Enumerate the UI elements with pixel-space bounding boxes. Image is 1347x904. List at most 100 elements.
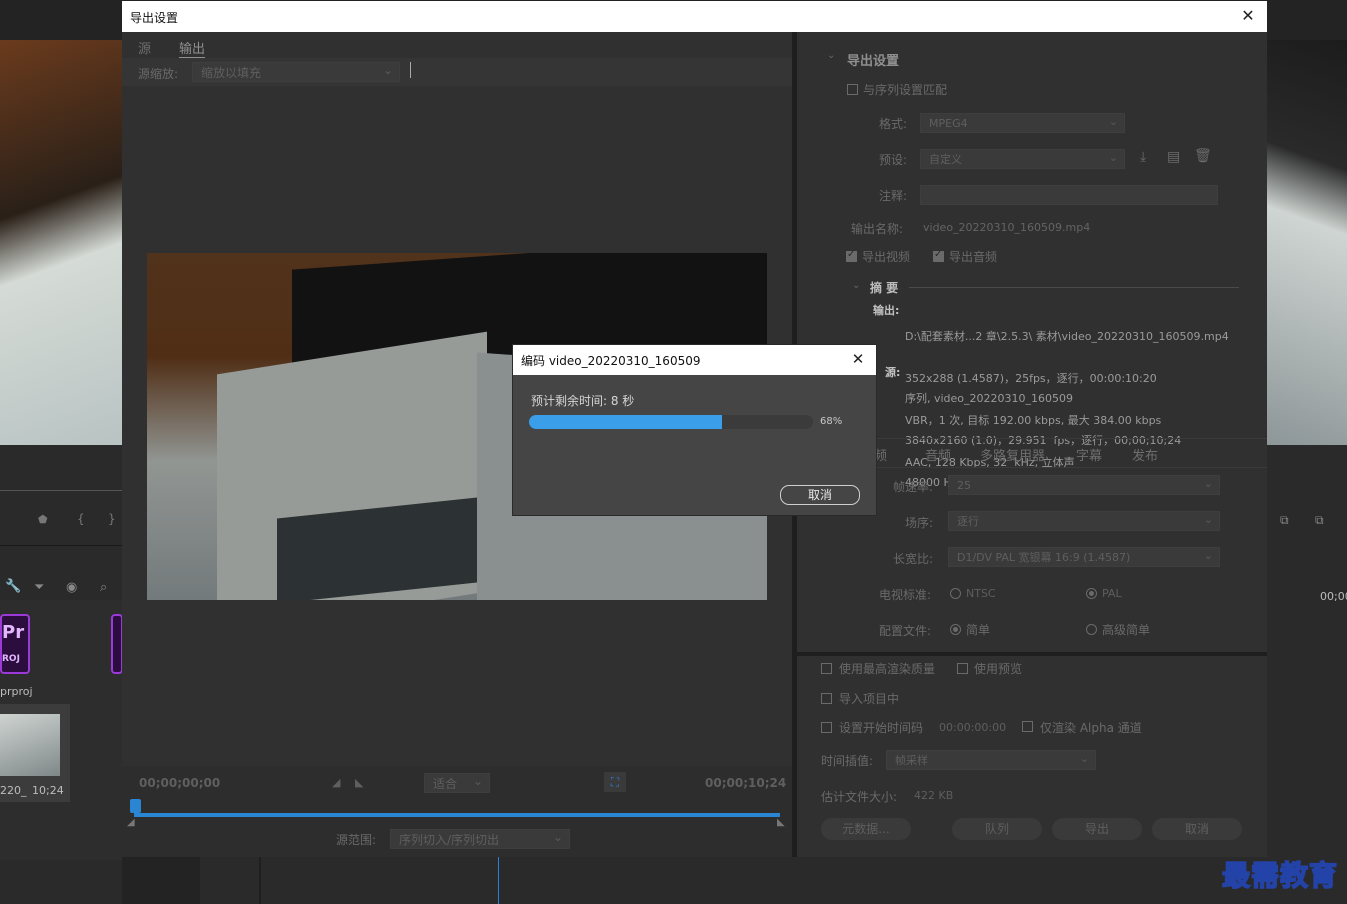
encode-progress-fill <box>529 415 723 429</box>
wrench-icon[interactable]: 🔧 <box>5 579 21 594</box>
tab-source[interactable]: 源 <box>138 38 151 57</box>
save-preset-icon[interactable]: ⤓ <box>1140 149 1146 165</box>
interp-dropdown[interactable]: 帧采样 <box>886 750 1096 770</box>
extract-icon[interactable]: ⧉ <box>1315 513 1324 528</box>
preset-dropdown[interactable]: 自定义 <box>920 149 1125 169</box>
interp-value: 帧采样 <box>895 754 928 767</box>
aspect-dropdown[interactable]: D1/DV PAL 宽银幕 16:9 (1.4587) <box>948 547 1220 567</box>
ntsc-radio[interactable] <box>950 588 961 599</box>
right-timecode: 00;00 <box>1320 590 1347 603</box>
source-scaling-dropdown[interactable]: 缩放以填充 <box>192 62 400 82</box>
dialog-title: 导出设置 <box>130 11 179 25</box>
alpha-only-checkbox[interactable] <box>1022 721 1033 732</box>
export-button[interactable]: 导出 <box>1052 818 1142 840</box>
use-preview-checkbox[interactable] <box>957 663 968 674</box>
in-point-icon[interactable]: { <box>77 512 85 526</box>
export-audio-checkbox[interactable] <box>933 249 944 262</box>
project-item-name: prproj <box>0 685 33 698</box>
marker-icon[interactable]: ⬟ <box>38 513 48 526</box>
field-order-value: 逐行 <box>957 515 979 528</box>
comments-input[interactable] <box>920 185 1218 205</box>
playhead-handle[interactable] <box>130 799 141 813</box>
format-dropdown[interactable]: MPEG4 <box>920 113 1125 133</box>
import-project-checkbox[interactable] <box>821 693 832 704</box>
set-in-icon[interactable]: ◢ <box>332 776 340 789</box>
summary-rule <box>909 287 1239 288</box>
cancel-button[interactable]: 取消 <box>1152 818 1242 840</box>
encode-cancel-button[interactable]: 取消 <box>780 485 860 505</box>
render-options-pane: 使用最高渲染质量 使用预览 导入项目中 设置开始时间码 00:00:00:00 … <box>797 656 1267 857</box>
profile-simple-radio[interactable] <box>950 624 961 635</box>
fit-dropdown[interactable]: 适合 <box>424 773 490 793</box>
source-range-value: 序列切入/序列切出 <box>399 833 500 847</box>
tab-multiplexer[interactable]: 多路复用器 <box>980 445 1045 464</box>
lift-icon[interactable]: ⧉ <box>1280 513 1289 528</box>
profile-simple-label: 简单 <box>966 623 991 637</box>
summary-chevron-icon[interactable]: ⌄ <box>852 280 860 291</box>
timeline-divider <box>259 857 261 904</box>
filter-icon[interactable]: ⏷ <box>34 580 44 595</box>
est-size-label: 估计文件大小: <box>821 790 898 804</box>
encode-dialog-titlebar: 编码 video_20220310_160509 ✕ <box>513 345 876 375</box>
tab-audio[interactable]: 音频 <box>925 445 951 464</box>
playhead-line <box>498 857 499 904</box>
field-order-dropdown[interactable]: 逐行 <box>948 511 1220 531</box>
start-timecode-checkbox[interactable] <box>821 722 832 733</box>
roj-text: ROJ <box>2 654 20 664</box>
out-point-icon[interactable]: } <box>108 512 116 526</box>
in-handle-icon[interactable]: ◢ <box>127 817 135 828</box>
comments-label: 注释: <box>879 189 908 203</box>
use-preview-label: 使用预览 <box>974 662 1023 676</box>
crop-icon[interactable]: ⛶ <box>604 772 626 792</box>
tab-captions[interactable]: 字幕 <box>1076 445 1102 464</box>
clip-name: 220_ <box>0 784 27 797</box>
output-line-1: D:\配套素材...2 章\2.5.3\ 素材\video_20220310_1… <box>905 330 1229 343</box>
field-order-label: 场序: <box>905 516 934 530</box>
timecode-start[interactable]: 00;00;00;00 <box>139 776 220 790</box>
pal-label: PAL <box>1102 587 1122 600</box>
source-line-1: 序列, video_20220310_160509 <box>905 392 1074 405</box>
ntsc-label: NTSC <box>966 587 996 600</box>
import-project-label: 导入项目中 <box>839 692 900 706</box>
set-out-icon[interactable]: ◣ <box>355 776 363 789</box>
queue-button[interactable]: 队列 <box>952 818 1042 840</box>
profile-label: 配置文件: <box>879 624 932 638</box>
tab-publish[interactable]: 发布 <box>1132 445 1158 464</box>
export-video-checkbox[interactable] <box>846 249 857 262</box>
delete-preset-icon[interactable]: 🗑 <box>1194 148 1212 164</box>
collapse-chevron-icon[interactable]: ⌄ <box>827 50 835 61</box>
eye-icon[interactable]: ◉ <box>66 580 77 595</box>
encode-progress-bar <box>529 415 813 429</box>
match-sequence-checkbox[interactable] <box>847 84 858 95</box>
range-bar[interactable] <box>134 813 780 817</box>
source-scaling-value: 缩放以填充 <box>201 66 262 80</box>
out-handle-icon[interactable]: ◣ <box>777 817 785 828</box>
interp-label: 时间插值: <box>821 754 874 768</box>
format-value: MPEG4 <box>929 117 968 130</box>
remaining-time-label: 预计剩余时间: 8 秒 <box>531 394 635 408</box>
tab-output[interactable]: 输出 <box>179 38 206 58</box>
timecode-end[interactable]: 00;00;10;24 <box>705 776 786 790</box>
output-name-link[interactable]: video_20220310_160509.mp4 <box>923 221 1090 234</box>
search-icon[interactable]: ⌕ <box>100 580 107 595</box>
metadata-button[interactable]: 元数据... <box>821 818 911 840</box>
start-timecode-label: 设置开始时间码 <box>839 721 924 735</box>
source-range-dropdown[interactable]: 序列切入/序列切出 <box>390 829 570 849</box>
clip-item[interactable]: 220_ 10;24 <box>0 704 70 802</box>
frame-rate-dropdown[interactable]: 25 <box>948 475 1220 495</box>
profile-advanced-radio[interactable] <box>1086 624 1097 635</box>
import-preset-icon[interactable]: ▤ <box>1167 149 1180 165</box>
project-file-thumbnail[interactable]: Pr ROJ <box>0 614 30 674</box>
encode-progress-dialog: 编码 video_20220310_160509 ✕ 预计剩余时间: 8 秒 6… <box>513 345 876 515</box>
start-timecode-value[interactable]: 00:00:00:00 <box>939 721 1006 734</box>
close-icon[interactable]: ✕ <box>1237 5 1259 27</box>
max-render-checkbox[interactable] <box>821 663 832 674</box>
export-video-label: 导出视频 <box>862 250 911 264</box>
section-title: 导出设置 <box>847 54 900 69</box>
close-icon[interactable]: ✕ <box>848 349 868 369</box>
pal-radio[interactable] <box>1086 588 1097 599</box>
panel-divider <box>0 545 122 546</box>
aspect-label: 长宽比: <box>893 552 934 566</box>
alpha-only-label: 仅渲染 Alpha 通道 <box>1040 721 1142 735</box>
profile-advanced-label: 高级简单 <box>1102 623 1151 637</box>
